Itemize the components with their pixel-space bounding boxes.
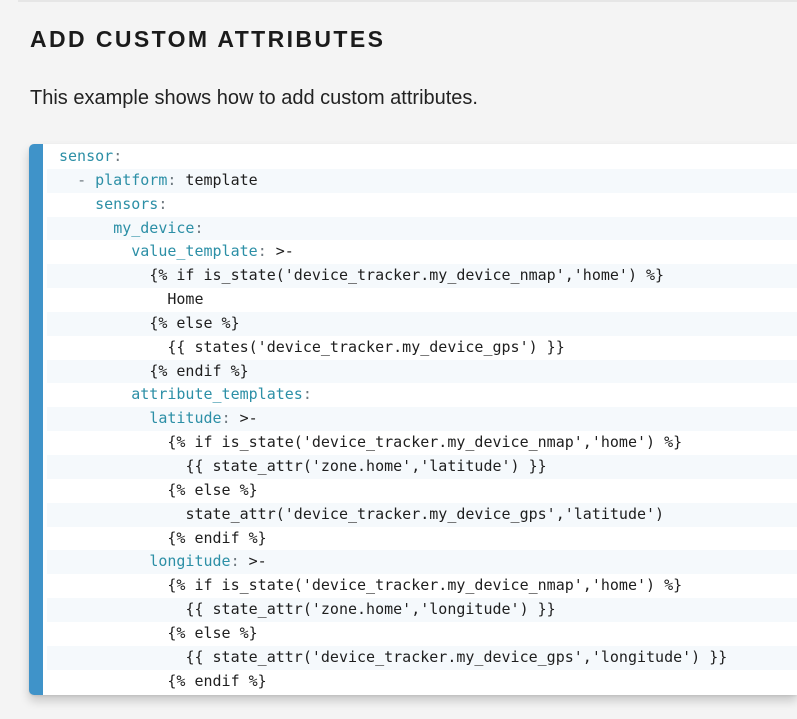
code-separator: : bbox=[194, 218, 204, 237]
code-line: {% else %} bbox=[47, 311, 797, 336]
code-value: {% if is_state('device_tracker.my_device… bbox=[149, 266, 665, 285]
section-heading: ADD CUSTOM ATTRIBUTES bbox=[30, 26, 386, 52]
code-separator: : bbox=[158, 194, 168, 213]
code-dash: - bbox=[77, 170, 96, 189]
code-value: {{ state_attr('zone.home','longitude') }… bbox=[185, 600, 556, 619]
code-value: template bbox=[176, 170, 258, 189]
code-key: value_template bbox=[131, 242, 258, 261]
code-line: attribute_templates: bbox=[47, 383, 797, 407]
code-value: {% endif %} bbox=[149, 361, 249, 380]
code-line: {% endif %} bbox=[47, 527, 797, 551]
code-value: {{ states('device_tracker.my_device_gps'… bbox=[167, 337, 565, 356]
code-line: {% else %} bbox=[47, 622, 797, 646]
code-line: latitude: >- bbox=[47, 407, 797, 432]
code-line: sensors: bbox=[47, 193, 797, 217]
code-line: {% if is_state('device_tracker.my_device… bbox=[47, 264, 797, 289]
code-lines: sensor: - platform: template sensors: my… bbox=[47, 145, 797, 693]
code-line: my_device: bbox=[47, 216, 797, 241]
code-value: {% if is_state('device_tracker.my_device… bbox=[167, 433, 683, 452]
intro-paragraph: This example shows how to add custom att… bbox=[30, 87, 478, 109]
code-value: Home bbox=[167, 290, 204, 309]
code-separator: : bbox=[221, 409, 231, 428]
code-value: >- bbox=[230, 409, 258, 428]
code-value: {% else %} bbox=[167, 623, 258, 642]
code-key: platform bbox=[95, 170, 168, 189]
code-separator: : bbox=[230, 552, 240, 571]
code-key: longitude bbox=[149, 552, 231, 571]
code-value: {{ state_attr('zone.home','latitude') }} bbox=[185, 456, 547, 475]
code-key: sensor bbox=[59, 147, 114, 165]
code-key: my_device bbox=[113, 218, 195, 237]
code-separator: : bbox=[113, 147, 123, 165]
code-value: {% else %} bbox=[149, 313, 240, 332]
code-value: {% endif %} bbox=[167, 528, 267, 547]
code-line: {% endif %} bbox=[47, 670, 797, 694]
code-key: sensors bbox=[95, 194, 159, 213]
code-line: longitude: >- bbox=[47, 550, 797, 575]
code-line: {% else %} bbox=[47, 479, 797, 503]
code-line: {% if is_state('device_tracker.my_device… bbox=[47, 431, 797, 455]
code-value: {% if is_state('device_tracker.my_device… bbox=[167, 576, 683, 595]
code-value: >- bbox=[239, 552, 267, 571]
top-divider bbox=[18, 0, 797, 2]
code-line: sensor: bbox=[47, 145, 797, 169]
code-line: {{ states('device_tracker.my_device_gps'… bbox=[47, 336, 797, 360]
code-line: {{ state_attr('zone.home','longitude') }… bbox=[47, 598, 797, 622]
code-value: {{ state_attr('device_tracker.my_device_… bbox=[185, 647, 728, 666]
code-value: {% endif %} bbox=[167, 671, 267, 690]
code-key: attribute_templates bbox=[131, 385, 303, 404]
code-line: {{ state_attr('zone.home','latitude') }} bbox=[47, 454, 797, 479]
code-separator: : bbox=[302, 385, 312, 404]
code-value: state_attr('device_tracker.my_device_gps… bbox=[185, 504, 665, 523]
code-line: {% endif %} bbox=[47, 359, 797, 384]
code-line: {% if is_state('device_tracker.my_device… bbox=[47, 574, 797, 598]
code-line: {{ state_attr('device_tracker.my_device_… bbox=[47, 645, 797, 670]
code-block[interactable]: sensor: - platform: template sensors: my… bbox=[29, 144, 797, 695]
code-line: - platform: template bbox=[47, 168, 797, 193]
code-line: Home bbox=[47, 288, 797, 312]
code-key: latitude bbox=[149, 409, 222, 428]
code-value: >- bbox=[266, 242, 294, 261]
code-value: {% else %} bbox=[167, 480, 258, 499]
code-separator: : bbox=[257, 242, 267, 261]
code-line: state_attr('device_tracker.my_device_gps… bbox=[47, 502, 797, 527]
code-line: value_template: >- bbox=[47, 240, 797, 264]
